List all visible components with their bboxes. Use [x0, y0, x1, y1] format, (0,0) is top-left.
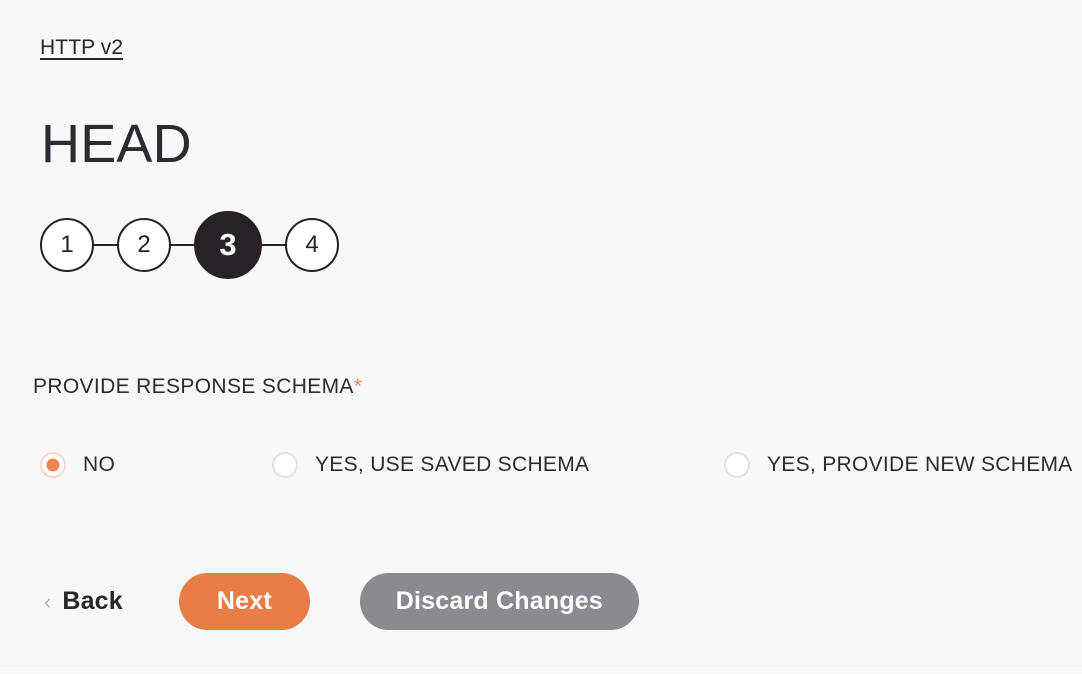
step-4[interactable]: 4: [285, 218, 339, 272]
radio-dot-icon: [46, 458, 60, 472]
breadcrumb-http-v2[interactable]: HTTP v2: [40, 35, 123, 61]
chevron-left-icon: ‹: [44, 588, 52, 614]
discard-changes-button[interactable]: Discard Changes: [359, 573, 639, 630]
step-3[interactable]: 3: [194, 211, 262, 279]
back-button-label: Back: [62, 587, 123, 615]
radio-label-use-saved-schema: YES, USE SAVED SCHEMA: [315, 453, 590, 476]
field-label-provide-response-schema: PROVIDE RESPONSE SCHEMA*: [33, 373, 362, 401]
step-2[interactable]: 2: [117, 218, 171, 272]
response-schema-radio-group: NO YES, USE SAVED SCHEMA YES, PROVIDE NE…: [40, 448, 1072, 482]
radio-option-use-saved-schema[interactable]: YES, USE SAVED SCHEMA: [272, 448, 589, 482]
radio-icon-use-saved-schema[interactable]: [272, 452, 298, 478]
required-asterisk: *: [353, 375, 363, 398]
next-button[interactable]: Next: [178, 573, 310, 630]
field-label-text: PROVIDE RESPONSE SCHEMA: [33, 375, 354, 398]
wizard-page: HTTP v2 HEAD 1 2 3 4 PROVIDE RESPONSE SC…: [0, 0, 1082, 674]
radio-icon-provide-new-schema[interactable]: [724, 452, 750, 478]
radio-option-provide-new-schema[interactable]: YES, PROVIDE NEW SCHEMA: [724, 448, 1073, 482]
step-connector-1-2: [94, 244, 117, 246]
radio-label-no: NO: [83, 453, 116, 476]
step-connector-2-3: [171, 244, 194, 246]
step-1[interactable]: 1: [40, 218, 94, 272]
page-title: HEAD: [41, 114, 192, 174]
step-indicator: 1 2 3 4: [40, 211, 339, 279]
bottom-divider: [0, 666, 1082, 667]
back-button[interactable]: ‹ Back: [40, 573, 129, 630]
radio-icon-no[interactable]: [40, 452, 66, 478]
step-connector-3-4: [262, 244, 285, 246]
radio-option-no[interactable]: NO: [40, 448, 115, 482]
action-bar: ‹ Back Next Discard Changes: [40, 573, 639, 630]
radio-label-provide-new-schema: YES, PROVIDE NEW SCHEMA: [767, 453, 1073, 476]
